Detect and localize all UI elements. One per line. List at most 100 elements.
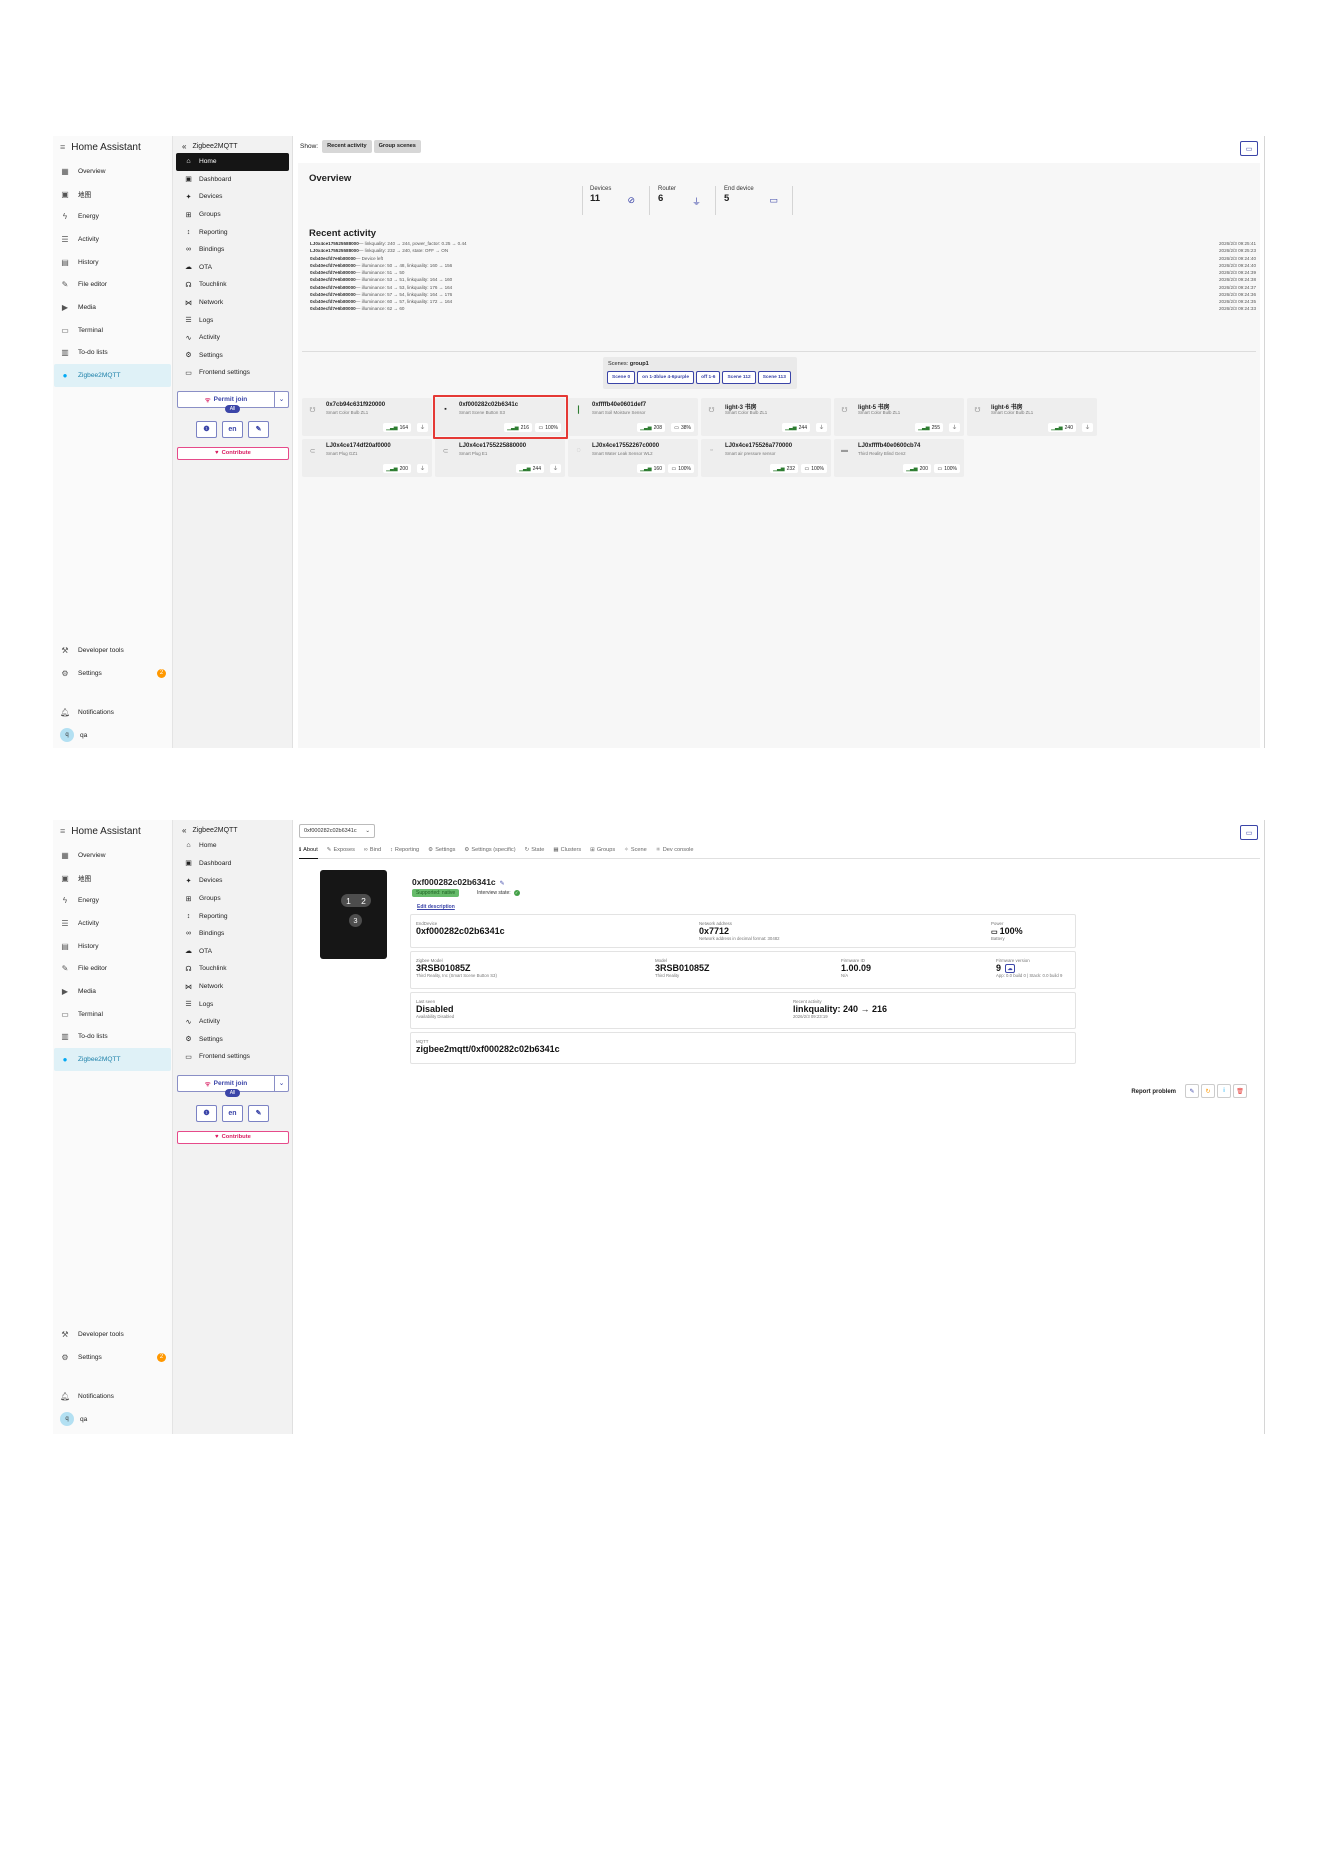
z2m-item-reporting[interactable]: ↕ Reporting bbox=[176, 223, 289, 241]
collapse-icon[interactable]: « bbox=[182, 142, 186, 151]
language-button[interactable]: en bbox=[222, 1104, 243, 1122]
theme-button[interactable]: ✎ bbox=[248, 1104, 269, 1122]
device-name[interactable]: LJ0x4ce1755225880000 bbox=[459, 443, 526, 449]
ha-item-zigbee2mqtt[interactable]: ● Zigbee2MQTT bbox=[54, 1048, 171, 1071]
collapse-icon[interactable]: « bbox=[182, 826, 186, 835]
device-select[interactable]: 0xf000282c02b6341c ⌄ bbox=[299, 824, 375, 838]
ha-item-media[interactable]: ▶ Media bbox=[54, 980, 171, 1003]
device-name[interactable]: LJ0xffffb40e0600cb74 bbox=[858, 443, 920, 449]
z2m-item-home[interactable]: ⌂ Home bbox=[176, 837, 289, 855]
device-card[interactable]: ⊂ LJ0x4ce174df20af0000 Smart Plug GZ1 ▁▃▅ 20… bbox=[302, 439, 432, 477]
scene-button[interactable]: Scene 112 bbox=[722, 371, 756, 384]
ha-item-terminal[interactable]: ▭ Terminal bbox=[54, 1003, 171, 1026]
activity-device[interactable]: 0xb40ecfd7e6b80000 bbox=[310, 256, 356, 261]
ha-item-overview[interactable]: ▦ Overview bbox=[54, 844, 171, 867]
z2m-item-devices[interactable]: ✦ Devices bbox=[176, 872, 289, 890]
ha-item-activity[interactable]: ☰ Activity bbox=[54, 912, 171, 935]
z2m-item-frontend-settings[interactable]: ▭ Frontend settings bbox=[176, 364, 289, 382]
info-button[interactable]: ❶ bbox=[196, 420, 217, 438]
edit-description-link[interactable]: Edit description bbox=[417, 904, 455, 910]
firmware-update-button[interactable]: ☁ bbox=[1005, 964, 1016, 974]
device-name[interactable]: LJ0x4ce174df20af0000 bbox=[326, 443, 391, 449]
permit-join-dropdown[interactable]: ⌄ bbox=[275, 390, 289, 408]
z2m-item-settings[interactable]: ⚙ Settings bbox=[176, 347, 289, 365]
tab-clusters[interactable]: ▦ Clusters bbox=[553, 847, 581, 859]
tab-about[interactable]: ℹ About bbox=[299, 847, 318, 859]
z2m-item-touchlink[interactable]: ☊ Touchlink bbox=[176, 276, 289, 294]
ha-item-overview[interactable]: ▦ Overview bbox=[54, 160, 171, 183]
z2m-item-dashboard[interactable]: ▣ Dashboard bbox=[176, 171, 289, 189]
tab-settings-specific[interactable]: ⚙ Settings (specific) bbox=[464, 847, 515, 859]
device-card[interactable]: ▫ LJ0x4ce175526a770000 Smart air pressure … bbox=[701, 439, 831, 477]
ha-item-developer-tools[interactable]: ⚒ Developer tools bbox=[54, 1323, 172, 1346]
z2m-item-logs[interactable]: ☰ Logs bbox=[176, 311, 289, 329]
menu-icon[interactable]: ≡ bbox=[60, 826, 65, 836]
z2m-item-bindings[interactable]: ∞ Bindings bbox=[176, 241, 289, 259]
ha-item-file-editor[interactable]: ✎ File editor bbox=[54, 273, 171, 296]
device-card[interactable]: ☋ 0x7cb94c631f920000 Smart Color Bulb ZL1 ▁… bbox=[302, 398, 432, 436]
scene-button[interactable]: on 1-3blue 4-6purple bbox=[637, 371, 695, 384]
tab-state[interactable]: ↻ State bbox=[525, 847, 545, 859]
edit-name-icon[interactable]: ✎ bbox=[500, 881, 505, 887]
ha-item-todo[interactable]: ▥ To-do lists bbox=[54, 1026, 171, 1049]
z2m-item-ota[interactable]: ☁ OTA bbox=[176, 943, 289, 961]
tab-scene[interactable]: ✧ Scene bbox=[624, 847, 647, 859]
z2m-item-network[interactable]: ⋈ Network bbox=[176, 978, 289, 996]
tab-settings[interactable]: ⚙ Settings bbox=[428, 847, 455, 859]
ha-item-file-editor[interactable]: ✎ File editor bbox=[54, 957, 171, 980]
z2m-item-reporting[interactable]: ↕ Reporting bbox=[176, 907, 289, 925]
ha-item-user[interactable]: q qa bbox=[54, 724, 172, 747]
ha-item-energy[interactable]: ϟ Energy bbox=[54, 205, 171, 228]
z2m-item-network[interactable]: ⋈ Network bbox=[176, 294, 289, 312]
z2m-item-activity[interactable]: ∿ Activity bbox=[176, 1013, 289, 1031]
chip-group-scenes[interactable]: Group scenes bbox=[373, 139, 421, 153]
ha-item-todo[interactable]: ▥ To-do lists bbox=[54, 342, 171, 365]
ha-item-user[interactable]: q qa bbox=[54, 1408, 172, 1431]
ha-item-developer-tools[interactable]: ⚒ Developer tools bbox=[54, 639, 172, 662]
ha-item-settings[interactable]: ⚙ Settings 2 bbox=[54, 1346, 172, 1369]
z2m-item-frontend-settings[interactable]: ▭ Frontend settings bbox=[176, 1048, 289, 1066]
tab-groups[interactable]: ⊞ Groups bbox=[590, 847, 615, 859]
tab-bind[interactable]: ∞ Bind bbox=[364, 847, 381, 859]
scene-button[interactable]: Scene 113 bbox=[757, 371, 791, 384]
ha-item-notifications[interactable]: 🔔︎ Notifications bbox=[54, 701, 172, 724]
device-card[interactable]: ⊂ LJ0x4ce1755225880000 Smart Plug E1 ▁▃▅ 244… bbox=[435, 439, 565, 477]
inbox-button[interactable]: ▭ bbox=[1240, 141, 1258, 156]
scene-button[interactable]: Scene 0 bbox=[607, 371, 636, 384]
chip-recent-activity[interactable]: Recent activity bbox=[322, 139, 372, 153]
reconfigure-button[interactable]: ↻ bbox=[1201, 1084, 1215, 1098]
device-card[interactable]: ☋ light-3 书房 Smart Color Bulb ZL1 ▁▃▅ 244 ⏚ bbox=[701, 398, 831, 436]
device-name[interactable]: LJ0x4ce175526a770000 bbox=[725, 443, 792, 449]
z2m-item-activity[interactable]: ∿ Activity bbox=[176, 329, 289, 347]
activity-device[interactable]: 0xb40ecfd7e6b80000 bbox=[310, 263, 356, 268]
device-card[interactable]: ▬ LJ0xffffb40e0600cb74 Third Reality Blind… bbox=[834, 439, 964, 477]
ha-item-settings[interactable]: ⚙ Settings 2 bbox=[54, 662, 172, 685]
ha-item-activity[interactable]: ☰ Activity bbox=[54, 228, 171, 251]
interview-button[interactable]: i bbox=[1217, 1084, 1231, 1098]
ha-item-media[interactable]: ▶ Media bbox=[54, 296, 171, 319]
device-card[interactable]: ◌ LJ0x4ce17552267c0000 Smart Water Leak Se… bbox=[568, 439, 698, 477]
device-card[interactable]: ┃ 0xffffb40e0601def7 Smart Soil Moisture S… bbox=[568, 398, 698, 436]
device-card[interactable]: ☋ light-6 书房 Smart Color Bulb ZL1 ▁▃▅ 240 ⏚ bbox=[967, 398, 1097, 436]
info-button[interactable]: ❶ bbox=[196, 1104, 217, 1122]
ha-item-history[interactable]: ▤ History bbox=[54, 935, 171, 958]
report-problem-link[interactable]: Report problem bbox=[1131, 1089, 1176, 1095]
z2m-item-home[interactable]: ⌂ Home bbox=[176, 153, 289, 171]
tab-exposes[interactable]: ✎ Exposes bbox=[327, 847, 355, 859]
theme-button[interactable]: ✎ bbox=[248, 420, 269, 438]
z2m-item-dashboard[interactable]: ▣ Dashboard bbox=[176, 855, 289, 873]
activity-device[interactable]: 0xb40ecfd7e6b80000 bbox=[310, 292, 356, 297]
menu-icon[interactable]: ≡ bbox=[60, 142, 65, 152]
activity-device[interactable]: 0xb40ecfd7e6b80000 bbox=[310, 306, 356, 311]
tab-dev-console[interactable]: ⚛ Dev console bbox=[656, 847, 694, 859]
z2m-item-logs[interactable]: ☰ Logs bbox=[176, 995, 289, 1013]
activity-device[interactable]: 0xb40ecfd7e6b80000 bbox=[310, 299, 356, 304]
activity-device[interactable]: LJ0x4ce175525588000 bbox=[310, 241, 359, 246]
permit-join-dropdown[interactable]: ⌄ bbox=[275, 1074, 289, 1092]
z2m-item-settings[interactable]: ⚙ Settings bbox=[176, 1031, 289, 1049]
z2m-item-touchlink[interactable]: ☊ Touchlink bbox=[176, 960, 289, 978]
activity-device[interactable]: 0xb40ecfd7e6b80000 bbox=[310, 277, 356, 282]
device-card[interactable]: ☋ light-5 书房 Smart Color Bulb ZL1 ▁▃▅ 255 ⏚ bbox=[834, 398, 964, 436]
z2m-item-bindings[interactable]: ∞ Bindings bbox=[176, 925, 289, 943]
delete-button[interactable]: 🗑︎ bbox=[1233, 1084, 1247, 1098]
